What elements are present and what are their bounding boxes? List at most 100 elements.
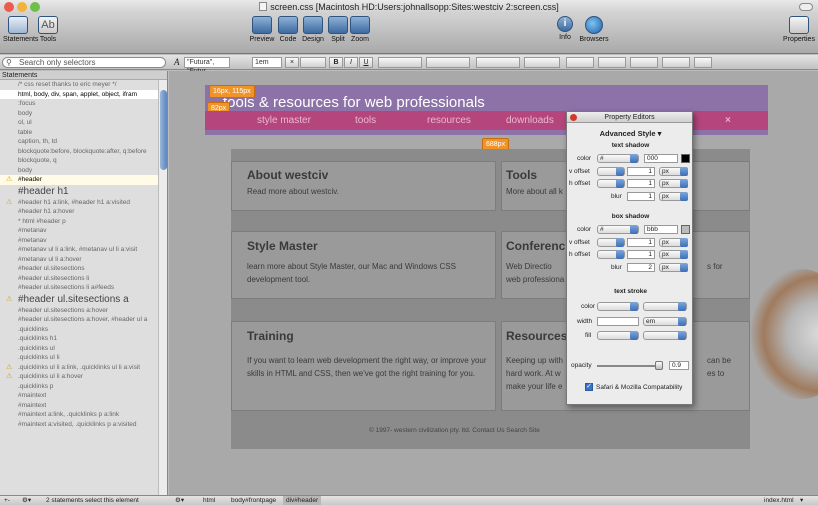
- text-stroke-fill-stepper[interactable]: [630, 331, 638, 340]
- palette-close-button[interactable]: [570, 114, 577, 121]
- statement-item[interactable]: table: [0, 128, 167, 138]
- text-stroke-fill-select-stepper[interactable]: [678, 331, 686, 340]
- font-size-select[interactable]: 1em: [252, 57, 282, 68]
- nav-style-master[interactable]: style master: [257, 115, 311, 126]
- code-button[interactable]: Code: [277, 16, 299, 43]
- close-window-button[interactable]: [4, 2, 14, 12]
- margin-select[interactable]: [630, 57, 658, 68]
- italic-button[interactable]: I: [344, 57, 358, 68]
- statement-item[interactable]: .quicklinks h1: [0, 334, 167, 344]
- selector-search-input[interactable]: ⚲ Search only selectors: [2, 57, 166, 68]
- decrease-size-button[interactable]: ×: [285, 57, 299, 68]
- box-buttons[interactable]: [566, 57, 594, 68]
- text-shadow-color-stepper[interactable]: [630, 154, 638, 163]
- nav-resources[interactable]: resources: [427, 115, 471, 126]
- statement-item[interactable]: ⚠ #header h1 a:link, #header h1 a:visited: [0, 198, 167, 208]
- nav-close-icon[interactable]: ×: [725, 115, 731, 126]
- zoom-button[interactable]: Zoom: [350, 16, 370, 43]
- gear-icon[interactable]: ⚙▾: [22, 496, 31, 505]
- box-shadow-color-swatch[interactable]: [681, 225, 690, 234]
- statement-item[interactable]: #header ul.sitesections li: [0, 274, 167, 284]
- zoom-window-button[interactable]: [30, 2, 40, 12]
- statement-item[interactable]: * html #header p: [0, 217, 167, 227]
- statement-item[interactable]: ⚠ .quicklinks ul li a:link, .quicklinks u…: [0, 363, 167, 373]
- text-shadow-h-stepper[interactable]: [616, 179, 624, 188]
- text-shadow-color-swatch[interactable]: [681, 154, 690, 163]
- box-shadow-h-unit-stepper[interactable]: [680, 250, 688, 259]
- underline-button[interactable]: U: [359, 57, 373, 68]
- editor-mode-popup[interactable]: Advanced Style ▾: [567, 129, 694, 138]
- add-statement-button[interactable]: +-: [4, 496, 10, 505]
- box-shadow-h-input[interactable]: 1: [627, 250, 655, 259]
- scroll-thumb[interactable]: [160, 90, 167, 170]
- statement-item[interactable]: #header ul.sitesections li a#feeds: [0, 283, 167, 293]
- statements-button[interactable]: Statements: [3, 16, 38, 43]
- info-button[interactable]: i Info: [555, 16, 575, 41]
- statement-item[interactable]: ⚠ #header ul.sitesections a: [0, 293, 167, 306]
- statement-item[interactable]: html, body, div, span, applet, object, i…: [0, 89, 167, 99]
- path-crumb-header[interactable]: div#header: [283, 496, 322, 505]
- statement-item[interactable]: .quicklinks p: [0, 382, 167, 392]
- statement-item[interactable]: #maintext: [0, 391, 167, 401]
- statement-item[interactable]: #header h1: [0, 185, 167, 198]
- statement-item[interactable]: #metanav: [0, 236, 167, 246]
- border-select[interactable]: [476, 57, 520, 68]
- nav-downloads[interactable]: downloads: [506, 115, 554, 126]
- nav-tools[interactable]: tools: [355, 115, 376, 126]
- opacity-slider-track[interactable]: [597, 365, 659, 367]
- statement-item[interactable]: #header ul.sitesections a:hover: [0, 306, 167, 316]
- bold-button[interactable]: B: [329, 57, 343, 68]
- text-shadow-blur-input[interactable]: 1: [627, 192, 655, 201]
- split-button[interactable]: Split: [328, 16, 348, 43]
- statement-item[interactable]: ol, ul: [0, 118, 167, 128]
- border-width-select[interactable]: [524, 57, 560, 68]
- design-button[interactable]: Design: [300, 16, 326, 43]
- statement-item[interactable]: #maintext: [0, 401, 167, 411]
- box-shadow-v-stepper[interactable]: [616, 238, 624, 247]
- box-shadow-blur-unit-stepper[interactable]: [680, 263, 688, 272]
- box-shadow-color-stepper[interactable]: [630, 225, 638, 234]
- statements-scrollbar[interactable]: [158, 80, 167, 495]
- statement-item[interactable]: .quicklinks ul: [0, 344, 167, 354]
- design-canvas[interactable]: tools & resources for web professionals …: [169, 71, 818, 495]
- path-gear-icon[interactable]: ⚙▾: [175, 496, 184, 505]
- statement-item[interactable]: #metanav ul li a:link, #metanav ul li a:…: [0, 245, 167, 255]
- opacity-input[interactable]: 0.9: [669, 361, 689, 370]
- file-select-arrow-icon[interactable]: ▾: [800, 496, 803, 505]
- box-shadow-color-input[interactable]: bbb: [644, 225, 678, 234]
- preview-button[interactable]: Preview: [249, 16, 275, 43]
- toolbar-toggle-button[interactable]: [799, 3, 813, 11]
- more-button[interactable]: [694, 57, 712, 68]
- box-shadow-blur-input[interactable]: 2: [627, 263, 655, 272]
- minimize-window-button[interactable]: [17, 2, 27, 12]
- browsers-button[interactable]: Browsers: [578, 16, 610, 43]
- path-crumb-body[interactable]: body#frontpage: [231, 496, 276, 505]
- color-well[interactable]: [300, 57, 326, 68]
- padding-select[interactable]: [598, 57, 626, 68]
- text-shadow-color-input[interactable]: 000: [644, 154, 678, 163]
- statement-item[interactable]: #maintext a:visited, .quicklinks p a:vis…: [0, 420, 167, 430]
- text-stroke-color-select-stepper[interactable]: [678, 302, 686, 311]
- statement-item[interactable]: .quicklinks ul li: [0, 353, 167, 363]
- statement-item[interactable]: #metanav ul li a:hover: [0, 255, 167, 265]
- statement-item[interactable]: caption, th, td: [0, 137, 167, 147]
- statement-item[interactable]: :focus: [0, 99, 167, 109]
- compat-checkbox[interactable]: ✓: [585, 383, 593, 391]
- statement-item[interactable]: ⚠ #header: [0, 175, 167, 185]
- tools-button[interactable]: Ab Tools: [35, 16, 61, 43]
- text-shadow-blur-unit-stepper[interactable]: [680, 192, 688, 201]
- file-select[interactable]: index.html: [764, 496, 794, 505]
- text-stroke-color-stepper[interactable]: [630, 302, 638, 311]
- text-stroke-width-input[interactable]: [597, 317, 639, 326]
- statement-item[interactable]: body: [0, 109, 167, 119]
- path-crumb-html[interactable]: html: [203, 496, 215, 505]
- font-family-select[interactable]: "Futura", "Futur...: [184, 57, 230, 75]
- statement-item[interactable]: blockquote:before, blockquote:after, q:b…: [0, 147, 167, 157]
- opacity-slider-knob[interactable]: [655, 361, 663, 370]
- box-shadow-v-unit-stepper[interactable]: [680, 238, 688, 247]
- statement-item[interactable]: .quicklinks: [0, 325, 167, 335]
- text-shadow-v-unit-stepper[interactable]: [680, 167, 688, 176]
- statement-item[interactable]: /* css reset thanks to eric meyer */: [0, 80, 167, 90]
- box-shadow-v-input[interactable]: 1: [627, 238, 655, 247]
- background-select[interactable]: [662, 57, 690, 68]
